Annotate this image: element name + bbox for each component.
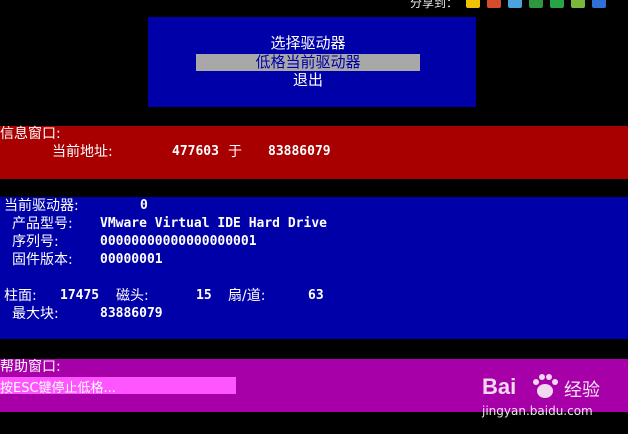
drive-info-window: 当前驱动器: 0 产品型号: VMware Virtual IDE Hard D…	[0, 197, 628, 339]
share-bar: 分享到：	[0, 0, 628, 10]
cylinder-label: 柱面:	[4, 288, 37, 304]
head-label: 磁头:	[116, 288, 149, 304]
tieba-icon[interactable]	[571, 0, 585, 8]
serial-value: 00000000000000000001	[100, 234, 257, 249]
serial-label: 序列号:	[12, 234, 59, 250]
model-value: VMware Virtual IDE Hard Drive	[100, 216, 327, 231]
share-label: 分享到：	[410, 0, 459, 10]
firmware-value: 00000001	[100, 252, 163, 267]
qq-icon[interactable]	[550, 0, 564, 8]
watermark-url: jingyan.baidu.com	[482, 404, 593, 418]
main-menu: 选择驱动器 低格当前驱动器 退出	[148, 17, 476, 107]
sector-value: 63	[308, 288, 324, 303]
help-title: 帮助窗口:	[0, 359, 61, 375]
more-icon[interactable]	[592, 0, 606, 8]
info-window: 信息窗口: 当前地址: 477603 于 83886079	[0, 126, 628, 179]
max-block-value: 83886079	[100, 306, 163, 321]
address-separator: 于	[228, 144, 242, 160]
current-drive-value: 0	[140, 198, 148, 213]
model-label: 产品型号:	[12, 216, 73, 232]
douban-icon[interactable]	[529, 0, 543, 8]
sector-label: 扇/道:	[228, 288, 266, 304]
share-icons	[466, 0, 606, 8]
renren-icon[interactable]	[487, 0, 501, 8]
current-address-label: 当前地址:	[52, 144, 113, 160]
menu-item-low-format[interactable]: 低格当前驱动器	[196, 54, 420, 71]
weibo-icon[interactable]	[508, 0, 522, 8]
current-drive-label: 当前驱动器:	[4, 198, 79, 214]
qzone-icon[interactable]	[466, 0, 480, 8]
help-message-bar: 按ESC键停止低格...	[0, 377, 236, 396]
watermark-brand: Bai	[482, 374, 517, 399]
info-title: 信息窗口:	[0, 126, 61, 142]
address-total: 83886079	[268, 144, 331, 159]
menu-item-select-drive[interactable]: 选择驱动器	[196, 35, 420, 52]
max-block-label: 最大块:	[12, 306, 59, 322]
firmware-label: 固件版本:	[12, 252, 73, 268]
baidu-watermark: Bai 经验 jingyan.baidu.com du	[476, 370, 626, 430]
cylinder-value: 17475	[60, 288, 100, 303]
help-message: 按ESC键停止低格...	[0, 381, 116, 396]
menu-item-exit[interactable]: 退出	[196, 72, 420, 89]
current-address-value: 477603	[172, 144, 219, 159]
head-value: 15	[196, 288, 212, 303]
